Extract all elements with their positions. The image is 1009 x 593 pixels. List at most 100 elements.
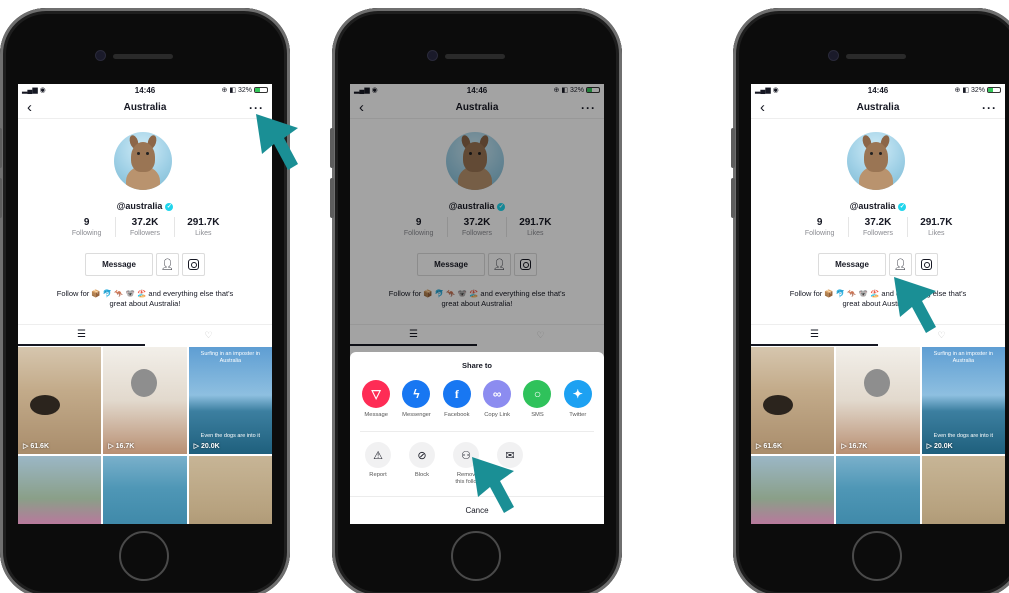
bio-line: Follow for 📦 🐬 🦘 🐨 🏖️ and everything els… [789, 289, 967, 298]
share-label: Copy Link [484, 412, 511, 418]
share-copy-link[interactable]: ∞ Copy Link [478, 380, 516, 419]
divider [360, 431, 594, 432]
status-bar: ▂▄▆ ◉ 14:46 ⊕ ◧ 32% [751, 84, 1005, 96]
video-grid: ▷ 61.6K ▷ 16.7K Surfing in an imposter i… [751, 347, 1005, 524]
stat-likes[interactable]: 291.7K Likes [906, 217, 965, 237]
messenger-icon: ϟ [402, 380, 431, 408]
stat-followers[interactable]: 37.2K Followers [115, 217, 173, 237]
chevron-left-icon[interactable]: ‹ [760, 99, 765, 116]
stat-following[interactable]: 9 Following [791, 217, 848, 237]
profile-actions: Message 👤︎ [751, 253, 1005, 276]
video-thumb[interactable]: Surfing in an imposter in Australia Even … [188, 347, 272, 454]
twitter-icon: ✦ [563, 380, 592, 408]
stat-label: Followers [130, 230, 160, 237]
profile-tabs: ☰ ♡ [751, 324, 1005, 346]
share-message[interactable]: ▽ Message [357, 380, 395, 419]
stat-likes[interactable]: 291.7K Likes [173, 217, 232, 237]
speaker-grille [113, 54, 173, 59]
top-nav: ‹ Australia ··· [751, 97, 1005, 119]
share-messenger[interactable]: ϟ Messenger [397, 380, 435, 419]
stat-label: Following [804, 230, 835, 237]
video-thumb[interactable]: ▷ 61.6K [18, 347, 102, 454]
block-action[interactable]: ⊘ Block [402, 442, 442, 486]
share-facebook[interactable]: f Facebook [438, 380, 476, 419]
share-label: Twitter [569, 412, 587, 418]
instagram-icon[interactable] [915, 253, 938, 276]
video-thumb[interactable] [836, 456, 920, 524]
stat-value: 9 [816, 217, 823, 228]
profile-stats: 9 Following 37.2K Followers 291.7K Likes [791, 217, 965, 237]
stat-following[interactable]: 9 Following [58, 217, 115, 237]
handle-text: @australia [849, 201, 896, 211]
home-button[interactable] [119, 531, 169, 581]
video-thumb[interactable] [188, 456, 272, 524]
phone-1: ▂▄▆ ◉ 14:46 ⊕ ◧ 32% ‹ Australia ··· @aus… [0, 8, 290, 593]
grid-icon[interactable]: ☰ [751, 325, 878, 346]
verified-icon: ✓ [898, 202, 907, 211]
pointer-arrow-3 [894, 277, 936, 333]
camera-icon [428, 51, 437, 60]
link-icon: ∞ [483, 380, 512, 408]
home-button[interactable] [852, 531, 902, 581]
heart-icon[interactable]: ♡ [145, 325, 272, 346]
report-action[interactable]: ⚠ Report [358, 442, 398, 486]
pointer-arrow-1 [256, 114, 298, 170]
stat-label: Likes [195, 230, 212, 237]
person-swap-icon[interactable]: 👤︎ [889, 253, 912, 276]
video-caption: Even the dogs are into it [933, 433, 993, 439]
view-count: ▷ 16.7K [108, 443, 135, 450]
share-sms[interactable]: ○ SMS [518, 380, 556, 419]
action-label: Block [414, 472, 430, 478]
speaker-grille [445, 54, 505, 59]
video-thumb[interactable]: ▷ 61.6K [751, 347, 835, 454]
video-thumb[interactable] [18, 456, 102, 524]
profile-handle: @australia ✓ [751, 201, 1005, 211]
video-thumb[interactable]: ▷ 16.7K [103, 347, 187, 454]
verified-icon: ✓ [165, 202, 174, 211]
video-grid: ▷ 61.6K ▷ 16.7K Surfing in an imposter i… [18, 347, 272, 524]
message-button[interactable]: Message [818, 253, 886, 276]
more-icon[interactable]: ··· [982, 101, 997, 115]
view-count: ▷ 20.0K [926, 443, 953, 450]
share-twitter[interactable]: ✦ Twitter [559, 380, 597, 419]
video-thumb[interactable]: ▷ 16.7K [836, 347, 920, 454]
stat-label: Likes [928, 230, 945, 237]
grid-icon[interactable]: ☰ [18, 325, 145, 346]
profile-screen: ▂▄▆ ◉ 14:46 ⊕ ◧ 32% ‹ Australia ··· @aus… [751, 84, 1005, 524]
profile-tabs: ☰ ♡ [18, 324, 272, 346]
instagram-icon[interactable] [182, 253, 205, 276]
speaker-grille [846, 54, 906, 59]
stat-value: 9 [83, 217, 90, 228]
facebook-icon: f [442, 380, 471, 408]
chevron-left-icon[interactable]: ‹ [27, 99, 32, 116]
bio-line: great about Australia! [842, 299, 914, 308]
view-count: ▷ 61.6K [756, 443, 783, 450]
battery-icon [987, 87, 1001, 93]
page-title: Australia [123, 102, 167, 113]
video-caption-top: Surfing in an imposter in Australia [200, 351, 260, 364]
profile-stats: 9 Following 37.2K Followers 291.7K Likes [58, 217, 232, 237]
view-count: ▷ 16.7K [841, 443, 868, 450]
profile-handle: @australia ✓ [18, 201, 272, 211]
stat-value: 37.2K [864, 217, 892, 228]
camera-icon [829, 51, 838, 60]
status-bar: ▂▄▆ ◉ 14:46 ⊕ ◧ 32% [18, 84, 272, 96]
stat-value: 37.2K [131, 217, 159, 228]
profile-screen: ▂▄▆ ◉ 14:46 ⊕ ◧ 32% ‹ Australia ··· @aus… [18, 84, 272, 524]
home-button[interactable] [451, 531, 501, 581]
stat-value: 291.7K [920, 217, 953, 228]
share-label: Facebook [444, 412, 470, 418]
bio-line: great about Australia! [109, 299, 181, 308]
video-thumb[interactable] [921, 456, 1005, 524]
share-label: Message [364, 412, 388, 418]
share-label: SMS [531, 412, 544, 418]
video-caption-top: Surfing in an imposter in Australia [933, 351, 993, 364]
stat-followers[interactable]: 37.2K Followers [848, 217, 906, 237]
person-swap-icon[interactable]: 👤︎ [156, 253, 179, 276]
video-thumb[interactable] [751, 456, 835, 524]
video-thumb[interactable] [103, 456, 187, 524]
message-button[interactable]: Message [85, 253, 153, 276]
status-time: 14:46 [867, 85, 889, 95]
status-time: 14:46 [134, 85, 156, 95]
video-thumb[interactable]: Surfing in an imposter in Australia Even … [921, 347, 1005, 454]
